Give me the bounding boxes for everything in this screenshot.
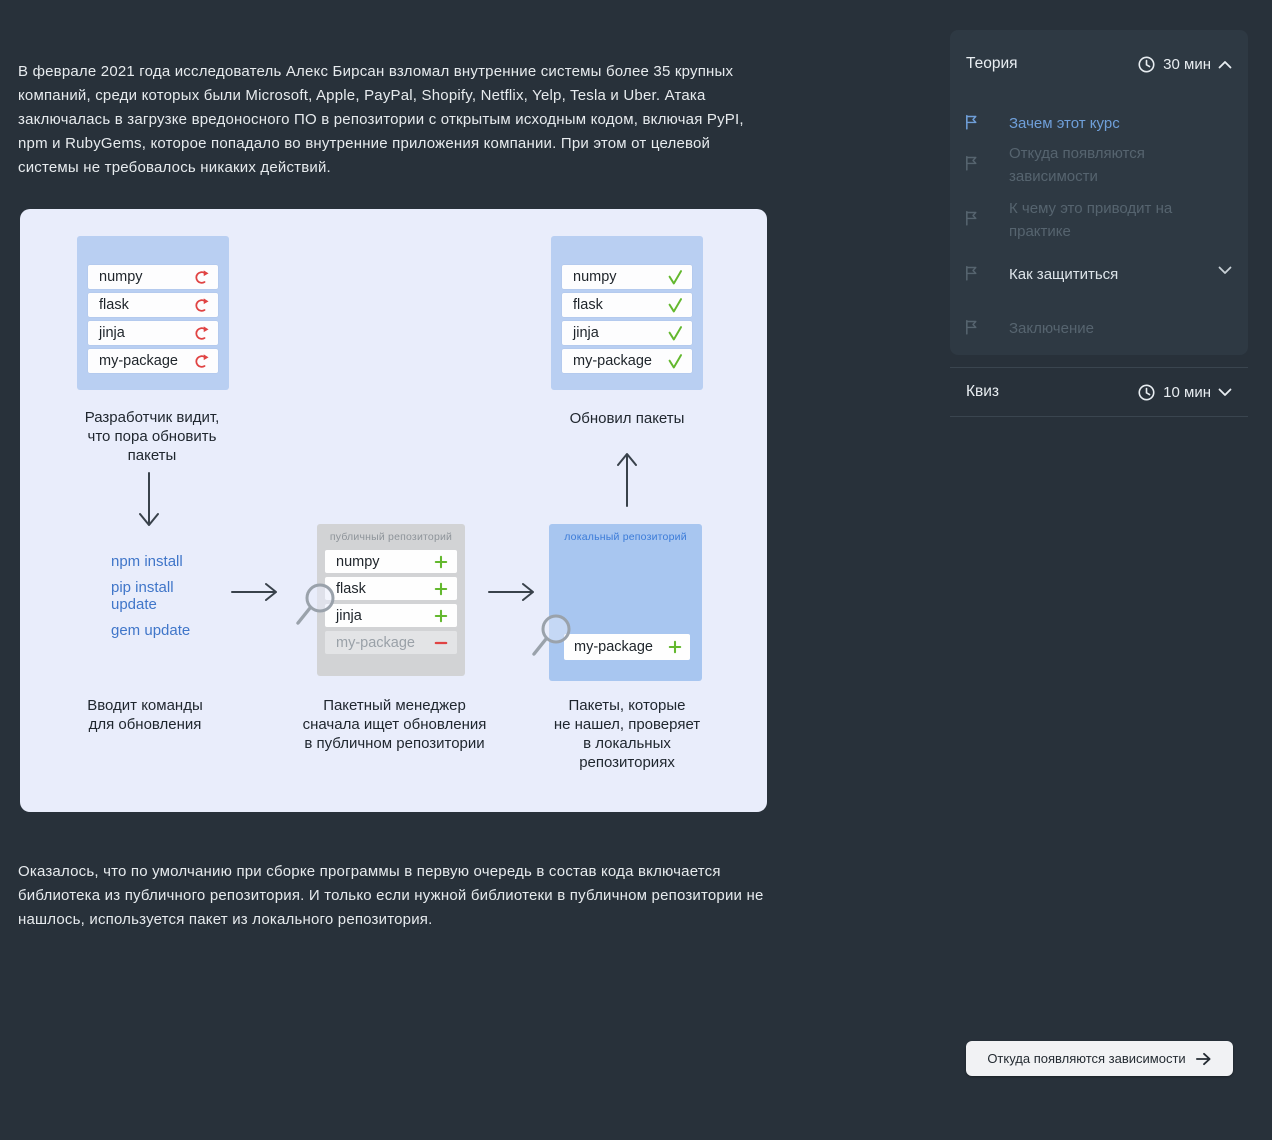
repo-row: numpy bbox=[325, 550, 457, 573]
check-icon bbox=[668, 353, 683, 368]
chevron-up-icon bbox=[1218, 60, 1232, 68]
package-name: jinja bbox=[573, 325, 599, 341]
theory-duration: 30 мин bbox=[1163, 55, 1211, 73]
chevron-down-icon bbox=[1218, 388, 1232, 396]
next-lesson-button[interactable]: Откуда появляются зависимости bbox=[966, 1041, 1233, 1076]
sidebar-item-conclusion[interactable]: Заключение bbox=[950, 317, 1248, 340]
quiz-duration: 10 мин bbox=[1163, 383, 1211, 401]
update-commands: npm install pip install update gem updat… bbox=[111, 553, 215, 648]
package-name: flask bbox=[336, 580, 366, 597]
updated-packages-box: numpy flask jinja my-package bbox=[551, 236, 703, 390]
package-name: numpy bbox=[336, 553, 380, 570]
package-row: jinja bbox=[88, 321, 218, 345]
sidebar-item-how-to-protect[interactable]: Как защититься bbox=[950, 263, 1248, 286]
quiz-section-header[interactable]: Квиз 10 мин bbox=[950, 367, 1248, 417]
flag-icon bbox=[966, 319, 977, 335]
arrow-right-icon bbox=[1195, 1052, 1211, 1065]
repo-row: flask bbox=[325, 577, 457, 600]
refresh-icon bbox=[195, 325, 209, 340]
plus-icon bbox=[668, 640, 682, 654]
plus-icon bbox=[434, 555, 448, 568]
sidebar-item-why-this-course[interactable]: Зачем этот курс bbox=[950, 112, 1248, 135]
flag-icon bbox=[966, 210, 977, 226]
sidebar-item-label: Откуда появляются зависимости bbox=[1009, 145, 1145, 185]
sidebar-item-label: Как защититься bbox=[1009, 266, 1119, 283]
package-name: numpy bbox=[573, 269, 617, 285]
package-row: jinja bbox=[562, 321, 692, 345]
quiz-title: Квиз bbox=[966, 383, 1000, 400]
package-row: my-package bbox=[88, 349, 218, 373]
next-lesson-label: Откуда появляются зависимости bbox=[987, 1051, 1186, 1066]
command: npm install bbox=[111, 553, 183, 570]
repo-row-missing: my-package bbox=[325, 631, 457, 654]
package-row: flask bbox=[562, 293, 692, 317]
repo-row: jinja bbox=[325, 604, 457, 627]
package-name: flask bbox=[573, 297, 603, 313]
package-row: my-package bbox=[562, 349, 692, 373]
minus-icon bbox=[434, 641, 448, 644]
sidebar-item-label: Заключение bbox=[1009, 320, 1094, 337]
intro-paragraph: В феврале 2021 года исследователь Алекс … bbox=[18, 63, 744, 176]
sidebar-item-what-it-leads-to[interactable]: К чему это приводит на практике bbox=[950, 197, 1248, 243]
package-name: jinja bbox=[336, 607, 362, 624]
package-name: numpy bbox=[99, 269, 143, 285]
caption-developer: Разработчик видит, что пора обновить пак… bbox=[84, 409, 220, 464]
sidebar-item-label: Зачем этот курс bbox=[1009, 115, 1120, 132]
flag-icon bbox=[966, 265, 977, 281]
package-row: numpy bbox=[562, 265, 692, 289]
clock-icon bbox=[1138, 383, 1155, 401]
sidebar-item-label: К чему это приводит на практике bbox=[1009, 200, 1173, 240]
check-icon bbox=[668, 269, 683, 284]
flag-icon bbox=[966, 114, 977, 130]
check-icon bbox=[668, 325, 683, 340]
arrow-down-icon bbox=[139, 472, 159, 526]
local-repo-title: локальный репозиторий bbox=[564, 531, 687, 543]
caption-updated: Обновил пакеты bbox=[569, 410, 685, 427]
flag-icon bbox=[966, 155, 977, 171]
refresh-icon bbox=[195, 269, 209, 284]
package-name: my-package bbox=[99, 353, 178, 369]
theory-section-header[interactable]: Теория 30 мин bbox=[950, 52, 1248, 76]
public-repo-box: публичный репозиторий numpy flask jinja … bbox=[317, 524, 465, 676]
arrow-right-icon bbox=[231, 583, 277, 601]
repo-row: my-package bbox=[564, 634, 690, 660]
dev-packages-box: numpy flask jinja my-package bbox=[77, 236, 229, 390]
package-row: numpy bbox=[88, 265, 218, 289]
arrow-up-icon bbox=[617, 453, 637, 507]
package-row: flask bbox=[88, 293, 218, 317]
plus-icon bbox=[434, 609, 448, 622]
sidebar-item-where-deps-come-from[interactable]: Откуда появляются зависимости bbox=[950, 142, 1248, 188]
package-name: my-package bbox=[573, 353, 652, 369]
package-name: my-package bbox=[574, 639, 653, 655]
diagram-panel: numpy flask jinja my-package Разработчик… bbox=[20, 209, 767, 812]
plus-icon bbox=[434, 582, 448, 595]
caption-local-repo: Пакеты, которые не нашел, проверяет в ло… bbox=[553, 697, 701, 771]
check-icon bbox=[668, 297, 683, 312]
theory-section: Теория 30 мин Зачем этот курс Откуда поя… bbox=[950, 30, 1248, 355]
package-name: jinja bbox=[99, 325, 125, 341]
command: pip install update bbox=[111, 579, 174, 613]
chevron-down-icon bbox=[1218, 266, 1232, 274]
refresh-icon bbox=[195, 297, 209, 312]
caption-public-repo: Пакетный менеджер сначала ищет обновлени… bbox=[302, 697, 487, 752]
arrow-right-icon bbox=[488, 583, 534, 601]
theory-title: Теория bbox=[966, 55, 1018, 72]
public-repo-title: публичный репозиторий bbox=[329, 531, 453, 543]
outro-paragraph: Оказалось, что по умолчанию при сборке п… bbox=[18, 863, 764, 928]
refresh-icon bbox=[195, 353, 209, 368]
magnifier-icon bbox=[532, 614, 571, 656]
magnifier-icon bbox=[296, 583, 335, 625]
package-name: my-package bbox=[336, 634, 415, 651]
package-name: flask bbox=[99, 297, 129, 313]
command: gem update bbox=[111, 622, 191, 639]
clock-icon bbox=[1138, 55, 1155, 73]
caption-commands: Вводит команды для обновления bbox=[87, 697, 203, 733]
